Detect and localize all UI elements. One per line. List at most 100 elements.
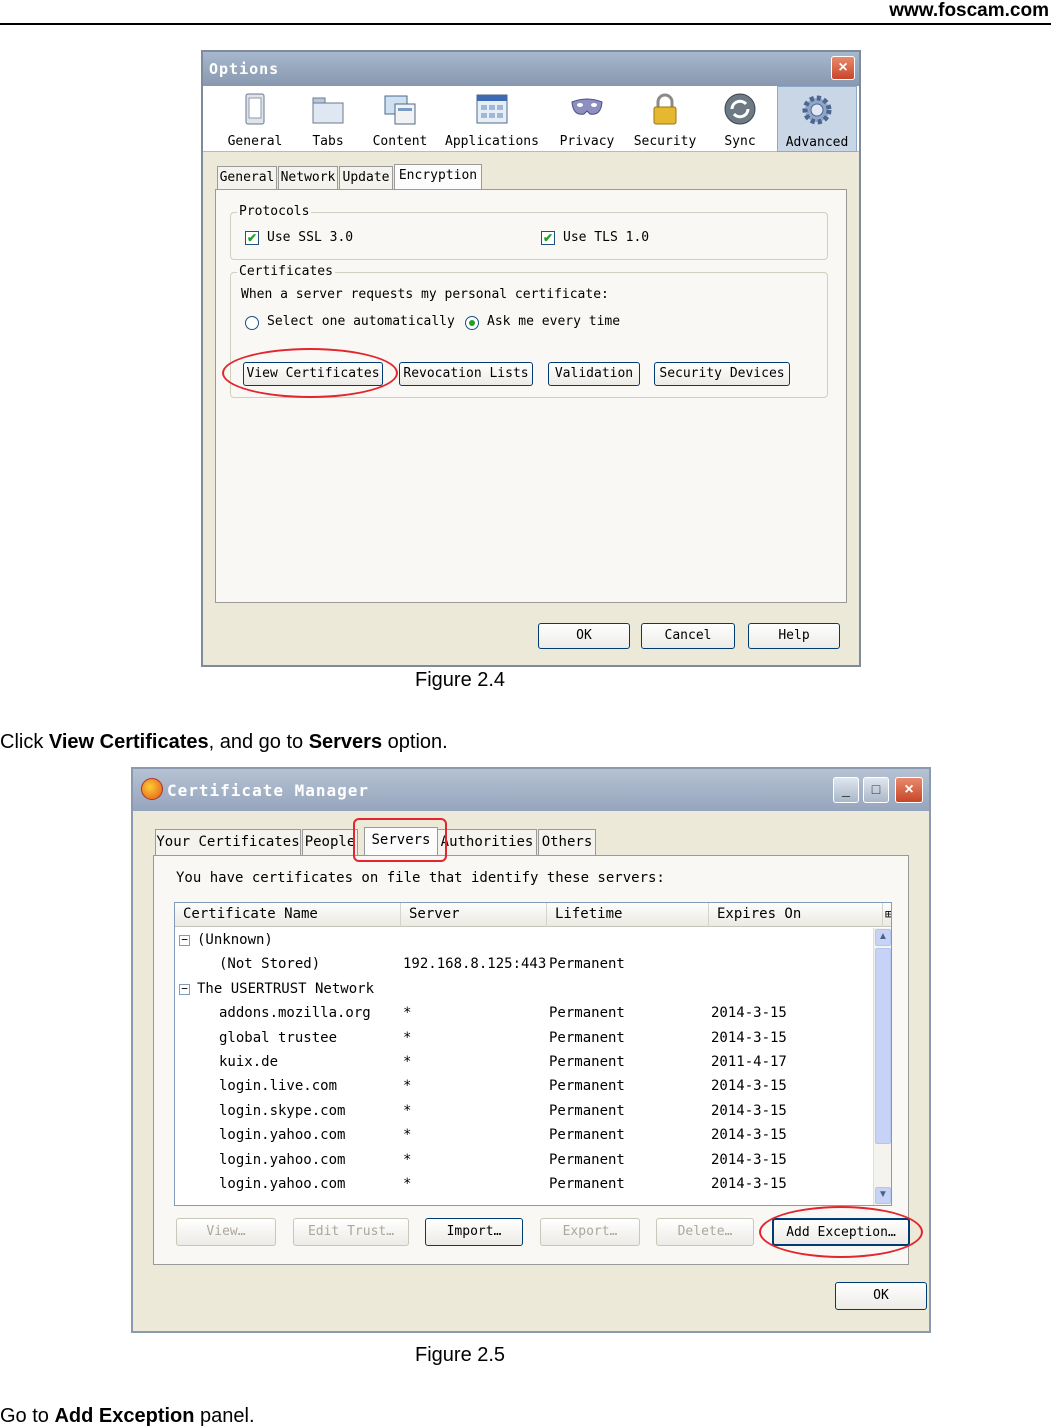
table-row[interactable]: global trustee * Permanent 2014-3-15 — [175, 1027, 875, 1051]
server-cert-tree[interactable]: Certificate Name Server Lifetime Expires… — [174, 902, 892, 1206]
ssl-checkbox[interactable]: ✔ — [245, 231, 259, 245]
tab-people[interactable]: People — [302, 829, 358, 855]
radio-select-automatically[interactable] — [245, 316, 259, 330]
column-picker-icon[interactable]: ⊞ — [883, 903, 891, 927]
toolbar-label: Advanced — [785, 135, 849, 150]
instruction-text: , and go to — [208, 731, 309, 753]
table-row[interactable]: (Not Stored) 192.168.8.125:443 Permanent — [175, 953, 875, 977]
collapse-toggle-icon[interactable]: − — [179, 934, 190, 946]
toolbar-content[interactable]: Content — [363, 86, 437, 152]
servers-panel: You have certificates on file that ident… — [153, 855, 910, 1265]
tree-scrollbar[interactable]: ▲ ▼ — [873, 928, 891, 1205]
radio-auto-label: Select one automatically — [267, 314, 455, 329]
table-row[interactable]: login.yahoo.com * Permanent 2014-3-15 — [175, 1149, 875, 1173]
header-rule — [0, 23, 1051, 25]
subtab-update[interactable]: Update — [339, 166, 393, 190]
toolbar-label: Sync — [724, 134, 756, 149]
maximize-icon[interactable]: □ — [863, 777, 889, 803]
toolbar-general[interactable]: General — [217, 86, 293, 152]
export-button[interactable]: Export… — [540, 1218, 640, 1246]
tls-checkbox[interactable]: ✔ — [541, 231, 555, 245]
close-icon[interactable]: × — [831, 56, 855, 80]
import-button[interactable]: Import… — [425, 1218, 523, 1246]
tree-group-row[interactable]: − The USERTRUST Network — [175, 978, 875, 1002]
column-certificate-name[interactable]: Certificate Name — [175, 903, 401, 927]
cell-expires-on: 2014-3-15 — [711, 1078, 787, 1095]
tab-authorities[interactable]: Authorities — [437, 829, 537, 855]
close-icon[interactable]: × — [895, 777, 923, 803]
table-row[interactable]: login.yahoo.com * Permanent 2014-3-15 — [175, 1124, 875, 1148]
cell-certificate-name: login.yahoo.com — [219, 1176, 346, 1192]
minimize-icon[interactable]: _ — [833, 777, 859, 803]
cell-certificate-name: (Unknown) — [197, 932, 273, 948]
figure-caption-2: Figure 2.5 — [415, 1344, 506, 1366]
protocols-label: Protocols — [237, 204, 312, 219]
toolbar-tabs[interactable]: Tabs — [293, 86, 363, 152]
cell-lifetime: Permanent — [549, 1005, 625, 1022]
column-expires-on[interactable]: Expires On — [709, 903, 883, 927]
tree-group-row[interactable]: − (Unknown) — [175, 929, 875, 953]
subtab-network[interactable]: Network — [278, 166, 338, 190]
help-button[interactable]: Help — [748, 623, 840, 649]
column-server[interactable]: Server — [401, 903, 547, 927]
cert-manager-title: Certificate Manager — [167, 781, 370, 800]
instruction-text: panel. — [194, 1405, 255, 1427]
tab-others[interactable]: Others — [538, 829, 596, 855]
table-row[interactable]: login.live.com * Permanent 2014-3-15 — [175, 1075, 875, 1099]
delete-button[interactable]: Delete… — [656, 1218, 754, 1246]
cell-lifetime: Permanent — [549, 1127, 625, 1144]
edit-trust-button[interactable]: Edit Trust… — [293, 1218, 409, 1246]
collapse-toggle-icon[interactable]: − — [179, 983, 190, 995]
cancel-button[interactable]: Cancel — [641, 623, 735, 649]
scroll-up-icon[interactable]: ▲ — [875, 929, 891, 946]
options-toolbar: General Tabs Content Applications Privac… — [203, 86, 859, 152]
toolbar-sync[interactable]: Sync — [703, 86, 777, 152]
revocation-lists-button[interactable]: Revocation Lists — [399, 362, 533, 386]
cell-lifetime: Permanent — [549, 1151, 625, 1168]
radio-ask-every-time[interactable] — [465, 316, 479, 330]
padlock-icon — [653, 93, 677, 125]
cell-expires-on: 2014-3-15 — [711, 1151, 787, 1168]
cell-lifetime: Permanent — [549, 1176, 625, 1192]
toolbar-label: Tabs — [312, 134, 344, 149]
cell-certificate-name: login.yahoo.com — [219, 1151, 346, 1168]
validation-button[interactable]: Validation — [548, 362, 640, 386]
tls-label: Use TLS 1.0 — [563, 230, 650, 245]
cell-expires-on: 2011-4-17 — [711, 1054, 787, 1070]
toolbar-label: Security — [633, 134, 697, 149]
tab-your-certificates[interactable]: Your Certificates — [155, 829, 301, 855]
sync-icon — [724, 93, 756, 125]
instruction-text: Click — [0, 731, 49, 753]
subtab-general[interactable]: General — [217, 166, 277, 190]
toolbar-advanced[interactable]: Advanced — [777, 86, 857, 152]
security-devices-button[interactable]: Security Devices — [654, 362, 790, 386]
subtab-encryption[interactable]: Encryption — [394, 164, 482, 191]
column-lifetime[interactable]: Lifetime — [547, 903, 709, 927]
highlight-servers-tab — [353, 818, 447, 862]
radio-ask-label: Ask me every time — [487, 314, 621, 329]
privacy-mask-icon — [571, 98, 603, 115]
instruction-bold: Add Exception — [54, 1405, 195, 1427]
tree-header: Certificate Name Server Lifetime Expires… — [175, 903, 891, 927]
cert-prompt: When a server requests my personal certi… — [241, 287, 609, 302]
toolbar-applications[interactable]: Applications — [437, 86, 547, 152]
servers-description: You have certificates on file that ident… — [176, 870, 665, 886]
scroll-thumb[interactable] — [875, 948, 891, 1144]
table-row[interactable]: login.yahoo.com * Permanent 2014-3-15 — [175, 1173, 875, 1197]
toolbar-privacy[interactable]: Privacy — [547, 86, 627, 152]
ok-button[interactable]: OK — [538, 623, 630, 649]
cell-server: * — [403, 1127, 412, 1144]
cell-server: * — [403, 1151, 412, 1168]
view-button[interactable]: View… — [176, 1218, 276, 1246]
tabs-icon — [312, 97, 344, 124]
table-row[interactable]: login.skype.com * Permanent 2014-3-15 — [175, 1100, 875, 1124]
general-icon — [245, 93, 265, 125]
cell-expires-on: 2014-3-15 — [711, 1102, 787, 1119]
scroll-down-icon[interactable]: ▼ — [875, 1187, 891, 1204]
toolbar-security[interactable]: Security — [627, 86, 703, 152]
table-row[interactable]: kuix.de * Permanent 2011-4-17 — [175, 1051, 875, 1075]
highlight-view-certificates — [222, 348, 398, 398]
cert-ok-button[interactable]: OK — [835, 1282, 927, 1310]
cell-certificate-name: login.skype.com — [219, 1102, 346, 1119]
table-row[interactable]: addons.mozilla.org * Permanent 2014-3-15 — [175, 1002, 875, 1026]
